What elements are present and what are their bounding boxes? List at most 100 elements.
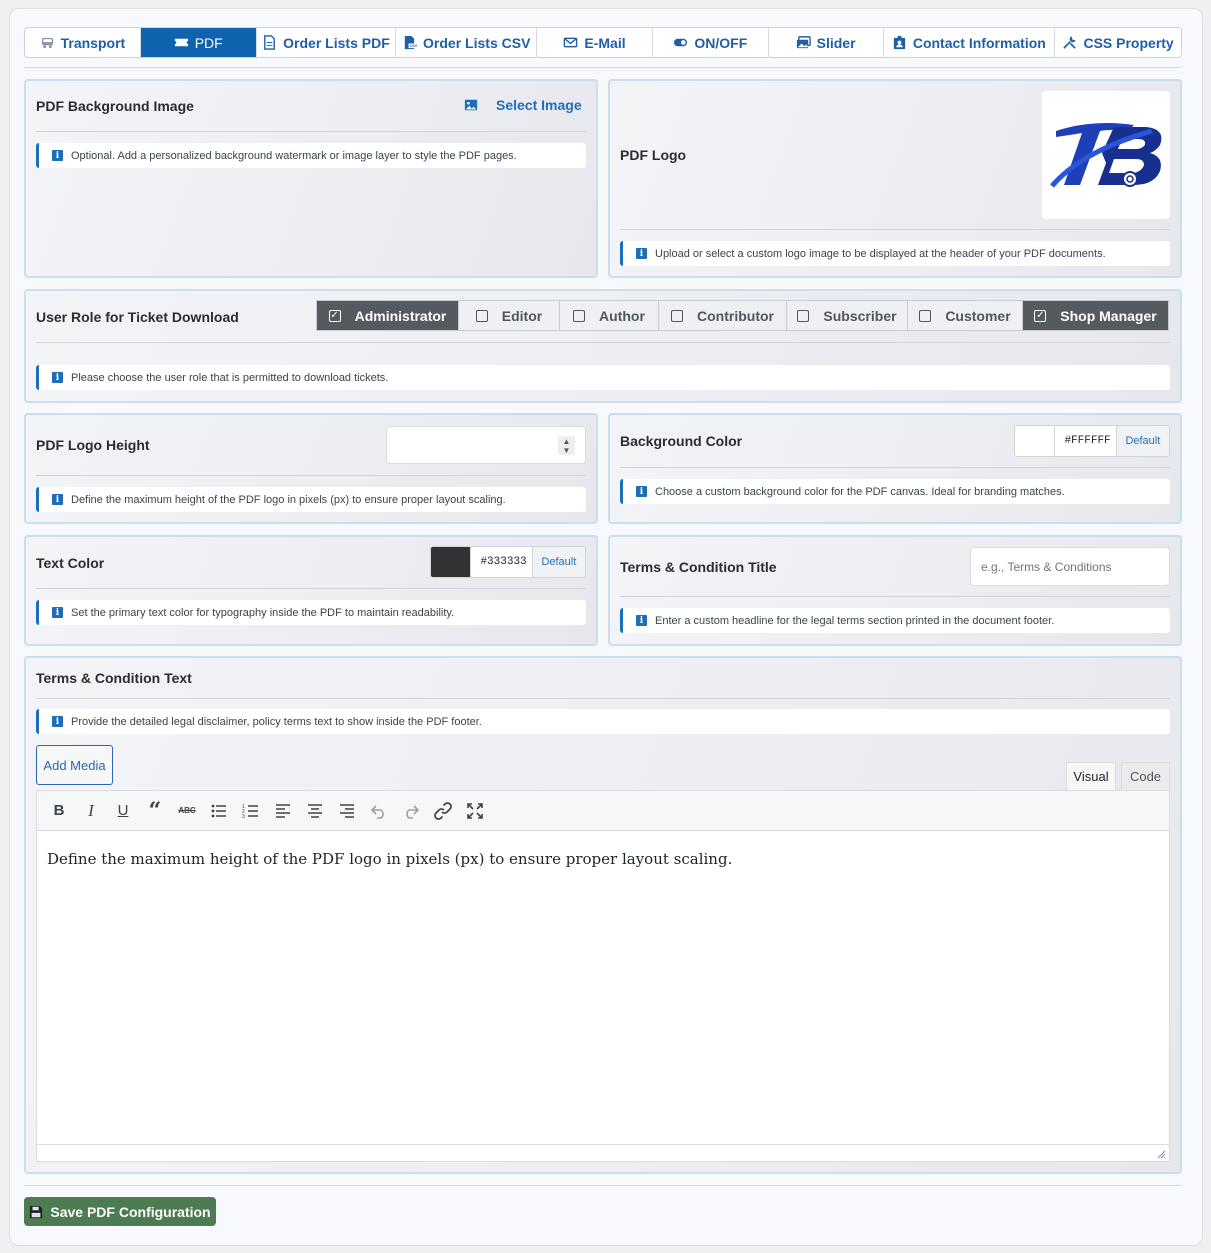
text-color-picker[interactable]: #333333 Default bbox=[430, 546, 586, 578]
editor-content: Define the maximum height of the PDF log… bbox=[47, 850, 733, 868]
tab-pdf[interactable]: PDF bbox=[140, 28, 257, 57]
text-color-swatch[interactable] bbox=[431, 547, 471, 577]
undo-icon[interactable] bbox=[367, 799, 391, 823]
tab-label: Order Lists PDF bbox=[283, 34, 390, 51]
add-media-button[interactable]: Add Media bbox=[36, 745, 113, 785]
numbered-list-icon[interactable]: 123 bbox=[239, 799, 263, 823]
logo-height-input[interactable]: ▲ ▼ bbox=[386, 426, 586, 464]
tab-label: ON/OFF bbox=[694, 34, 748, 51]
italic-icon[interactable]: I bbox=[79, 799, 103, 823]
file-csv-icon: CSV bbox=[404, 35, 417, 50]
role-customer[interactable]: Customer bbox=[908, 301, 1023, 330]
tab-transport[interactable]: Transport bbox=[25, 28, 141, 57]
tab-label: E-Mail bbox=[584, 34, 626, 51]
tab-label: Contact Information bbox=[912, 34, 1046, 51]
link-icon[interactable] bbox=[431, 799, 455, 823]
role-administrator[interactable]: ✓ Administrator bbox=[317, 301, 459, 330]
role-editor[interactable]: Editor bbox=[459, 301, 560, 330]
bg-color-default-button[interactable]: Default bbox=[1115, 426, 1169, 456]
bold-icon[interactable]: B bbox=[47, 799, 71, 823]
tab-slider[interactable]: Slider bbox=[769, 28, 884, 57]
tab-order-lists-csv[interactable]: CSV Order Lists CSV bbox=[396, 28, 538, 57]
bg-color-swatch[interactable] bbox=[1015, 426, 1055, 456]
terms-text-editor[interactable]: Define the maximum height of the PDF log… bbox=[36, 831, 1170, 1145]
user-role-note: i Please choose the user role that is per… bbox=[36, 365, 1170, 390]
number-spinner[interactable]: ▲ ▼ bbox=[558, 436, 575, 455]
bg-color-hex[interactable]: #FFFFFF bbox=[1054, 426, 1115, 456]
tab-label: Order Lists CSV bbox=[423, 34, 531, 51]
bg-image-note: i Optional. Add a personalized background… bbox=[36, 143, 586, 168]
checkbox-checked-icon: ✓ bbox=[328, 309, 341, 322]
select-image-label: Select Image bbox=[496, 97, 582, 113]
spinner-down-icon[interactable]: ▼ bbox=[563, 446, 571, 455]
tab-visual[interactable]: Visual bbox=[1066, 762, 1116, 790]
role-label: Customer bbox=[945, 307, 1011, 324]
logo-preview[interactable] bbox=[1042, 91, 1170, 219]
tab-contact-information[interactable]: Contact Information bbox=[884, 28, 1056, 57]
role-author[interactable]: Author bbox=[560, 301, 659, 330]
divider bbox=[24, 1185, 1182, 1186]
text-color-default-button[interactable]: Default bbox=[531, 547, 585, 577]
checkbox-icon bbox=[573, 309, 586, 322]
separator bbox=[36, 475, 586, 476]
terms-title-input[interactable] bbox=[970, 547, 1170, 586]
align-right-icon[interactable] bbox=[335, 799, 359, 823]
role-label: Author bbox=[599, 307, 645, 324]
spinner-up-icon[interactable]: ▲ bbox=[563, 437, 571, 446]
resize-handle-icon[interactable] bbox=[1157, 1150, 1166, 1159]
select-image-button[interactable]: Select Image bbox=[464, 97, 582, 113]
role-contributor[interactable]: Contributor bbox=[659, 301, 787, 330]
info-icon: i bbox=[52, 716, 63, 727]
editor-toolbar: B I U “ ABC 123 bbox=[36, 790, 1170, 831]
divider bbox=[24, 67, 1182, 68]
role-shop-manager[interactable]: ✓ Shop Manager bbox=[1023, 301, 1168, 330]
role-label: Contributor bbox=[697, 307, 774, 324]
info-icon: i bbox=[636, 615, 647, 626]
checkbox-icon bbox=[671, 309, 683, 322]
tb-logo-image bbox=[1050, 123, 1162, 188]
bullet-list-icon[interactable] bbox=[207, 799, 231, 823]
blockquote-icon[interactable]: “ bbox=[143, 798, 167, 824]
checkbox-checked-icon: ✓ bbox=[1034, 309, 1047, 322]
terms-text-title: Terms & Condition Text bbox=[36, 670, 192, 686]
bg-color-picker[interactable]: #FFFFFF Default bbox=[1014, 425, 1170, 457]
role-subscriber[interactable]: Subscriber bbox=[787, 301, 908, 330]
logo-height-title: PDF Logo Height bbox=[36, 437, 150, 453]
tab-order-lists-pdf[interactable]: Order Lists PDF bbox=[257, 28, 397, 57]
save-pdf-configuration-button[interactable]: Save PDF Configuration bbox=[24, 1197, 216, 1226]
checkbox-icon bbox=[475, 309, 488, 322]
separator bbox=[620, 229, 1170, 230]
strikethrough-icon[interactable]: ABC bbox=[175, 799, 199, 823]
logo-note: i Upload or select a custom logo image to… bbox=[620, 241, 1170, 266]
user-role-group: ✓ Administrator Editor Author Contributor… bbox=[316, 300, 1169, 331]
bg-color-title: Background Color bbox=[620, 433, 743, 449]
bg-image-title: PDF Background Image bbox=[36, 98, 194, 114]
separator bbox=[36, 698, 1170, 699]
fullscreen-icon[interactable] bbox=[463, 799, 487, 823]
underline-icon[interactable]: U bbox=[111, 799, 135, 823]
tab-code[interactable]: Code bbox=[1121, 762, 1170, 790]
note-text: Set the primary text color for typograph… bbox=[71, 606, 455, 619]
save-label: Save PDF Configuration bbox=[50, 1203, 211, 1220]
note-text: Upload or select a custom logo image to … bbox=[655, 247, 1106, 260]
tab-css-property[interactable]: CSS Property bbox=[1055, 28, 1181, 57]
info-icon: i bbox=[52, 607, 63, 618]
separator bbox=[36, 131, 586, 132]
images-icon bbox=[796, 36, 811, 49]
image-icon bbox=[464, 99, 478, 111]
redo-icon[interactable] bbox=[399, 799, 423, 823]
text-color-note: i Set the primary text color for typograp… bbox=[36, 600, 586, 625]
envelope-icon bbox=[564, 37, 578, 48]
align-center-icon[interactable] bbox=[303, 799, 327, 823]
text-color-hex[interactable]: #333333 bbox=[470, 547, 531, 577]
tab-on-off[interactable]: ON/OFF bbox=[653, 28, 769, 57]
align-left-icon[interactable] bbox=[271, 799, 295, 823]
info-icon: i bbox=[52, 372, 63, 383]
tab-label: PDF bbox=[194, 34, 223, 51]
tab-email[interactable]: E-Mail bbox=[537, 28, 653, 57]
tab-label: CSS Property bbox=[1083, 34, 1174, 51]
text-color-title: Text Color bbox=[36, 555, 105, 571]
editor-statusbar bbox=[36, 1144, 1170, 1162]
tools-icon bbox=[1063, 36, 1077, 49]
info-icon: i bbox=[636, 248, 647, 259]
